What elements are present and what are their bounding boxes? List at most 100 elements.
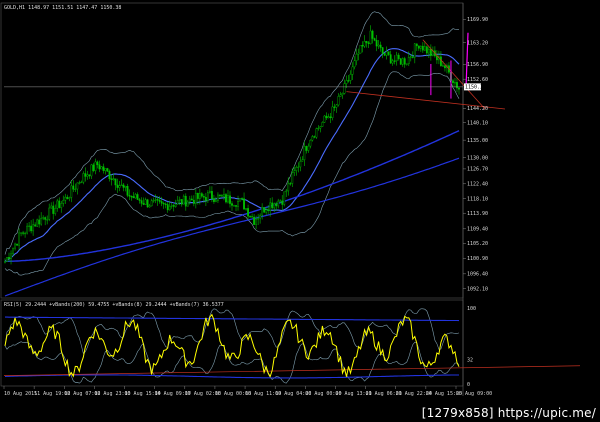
candle-body [140,200,143,204]
candle-body [24,232,26,235]
price-tick-label: 1096.40 [467,272,488,278]
candle-body [156,199,159,201]
candle-body [132,196,135,199]
candle-body [144,199,147,205]
candle-body [58,200,61,208]
candle-body [309,139,312,147]
candle-body [353,60,356,68]
candle-body [217,194,219,201]
price-tick-label: 1113.90 [467,211,488,217]
candle-body [283,191,286,205]
price-tick-label: 1169.90 [467,17,488,23]
candle-body [100,166,103,170]
candle-body [369,30,372,45]
moving-averages [4,48,460,297]
candle-body [174,203,177,207]
candle-body [319,126,322,129]
candle-body [241,198,243,200]
candle-body [152,200,155,202]
candle-body [82,173,85,183]
candle-body [281,200,284,205]
price-tick-label: 1130.00 [467,155,488,161]
rsi-series [4,313,460,378]
indicator-tick-label: 0 [467,382,470,388]
price-tag-label: 1150.38 [465,85,486,91]
candle-body [178,199,181,201]
candle-body [146,199,149,208]
ma-mid-line [4,130,460,263]
candle-body [307,145,310,151]
candle-body [134,194,137,199]
candle-body [213,198,215,202]
indicator-tick-label: 100 [467,306,476,312]
candle-body [247,208,249,217]
candle-body [271,202,274,209]
candle-body [84,173,87,177]
candle-body [168,205,171,211]
candle-body [96,161,99,165]
candle-body [209,190,211,193]
candle-body [345,80,348,84]
candles [4,25,460,265]
candle-body [361,45,364,47]
candle-body [375,40,378,47]
price-tick-label: 1152.60 [467,77,488,83]
candle-body [343,83,346,94]
candle-body [401,58,404,65]
candle-body [365,41,368,43]
candle-body [367,42,370,45]
candle-body [18,232,20,246]
candle-body [223,194,225,197]
candle-body [26,225,29,234]
candle-body [243,198,245,210]
price-tick-label: 1092.10 [467,287,488,293]
candle-body [80,181,83,184]
candle-body [458,87,460,90]
candle-body [211,190,213,199]
indicator-tick-label: 32 [467,357,473,363]
time-axis-ticks: 10 Aug 201511 Aug 19:0012 Aug 07:0012 Au… [3,386,492,397]
time-tick-label: 10 Aug 2015 [4,391,37,397]
price-tick-label: 1144.20 [467,106,488,112]
candle-body [421,45,424,51]
candle-body [440,56,442,66]
candle-body [371,30,374,39]
candle-body [36,219,39,227]
candle-body [383,53,386,56]
candle-body [267,209,270,211]
candle-body [40,217,43,225]
candle-body [263,207,266,213]
candle-body [253,216,255,225]
candle-body [106,168,109,172]
candle-body [102,166,105,171]
candle-body [170,205,173,207]
price-tick-label: 1126.70 [467,167,488,173]
candle-body [349,74,352,81]
candle-body [50,205,53,209]
candle-body [108,171,111,180]
candle-body [413,43,416,58]
candle-body [331,106,334,119]
rsi-bands [3,308,581,384]
candle-body [405,63,408,65]
candle-body [442,65,444,67]
rsi-upper-envelope [5,316,460,322]
candle-body [391,60,394,64]
candle-body [409,56,412,58]
price-chart[interactable]: GOLD,H1 1148.97 1151.51 1147.47 1150.38 … [0,0,600,422]
candle-body [66,196,69,200]
candle-body [164,203,167,205]
candle-body [357,52,360,55]
candle-body [359,45,362,54]
candle-body [297,166,300,168]
candle-body [273,203,276,209]
candle-body [231,203,233,206]
candle-body [42,217,45,219]
candle-body [389,54,392,64]
candle-body [60,203,63,208]
candle-body [124,185,127,188]
candle-body [221,195,223,197]
candle-body [321,122,324,127]
candle-body [90,164,93,177]
candle-body [184,195,187,207]
